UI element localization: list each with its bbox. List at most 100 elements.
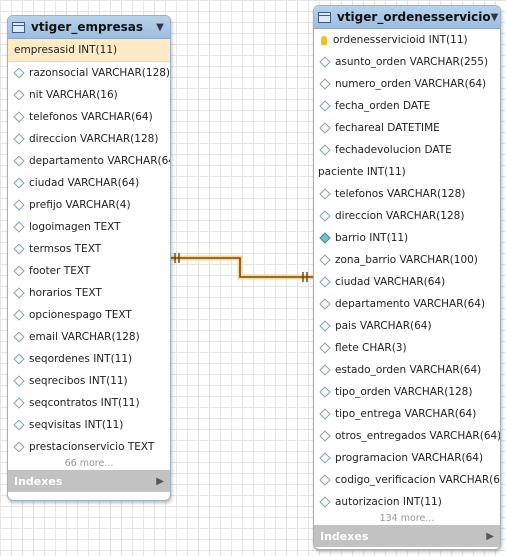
column-diamond-icon <box>13 133 25 145</box>
column-label: prefijo VARCHAR(4) <box>29 199 131 211</box>
column-row[interactable]: codigo_verificacion VARCHAR(64) <box>314 469 500 491</box>
column-row[interactable]: seqcontratos INT(11) <box>8 392 170 414</box>
column-label: fechareal DATETIME <box>335 122 440 134</box>
column-label: tipo_orden VARCHAR(128) <box>335 386 473 398</box>
column-row[interactable]: opcionespago TEXT <box>8 304 170 326</box>
column-row[interactable]: logoimagen TEXT <box>8 216 170 238</box>
column-diamond-icon <box>13 331 25 343</box>
column-row[interactable]: seqordenes INT(11) <box>8 348 170 370</box>
column-diamond-icon <box>319 320 331 332</box>
column-label: tipo_entrega VARCHAR(64) <box>335 408 477 420</box>
column-row[interactable]: termsos TEXT <box>8 238 170 260</box>
column-diamond-icon <box>319 188 331 200</box>
column-row[interactable]: programacion VARCHAR(64) <box>314 447 500 469</box>
column-row[interactable]: direccion VARCHAR(128) <box>8 128 170 150</box>
column-label: asunto_orden VARCHAR(255) <box>335 56 489 68</box>
column-row[interactable]: estado_orden VARCHAR(64) <box>314 359 500 381</box>
column-label: seqvisitas INT(11) <box>29 419 124 431</box>
indexes-label: Indexes <box>320 529 369 543</box>
column-label: paciente INT(11) <box>318 166 406 178</box>
column-row[interactable]: zona_barrio VARCHAR(100) <box>314 249 500 271</box>
column-row[interactable]: tipo_entrega VARCHAR(64) <box>314 403 500 425</box>
column-diamond-icon <box>319 78 331 90</box>
column-label: telefonos VARCHAR(64) <box>29 111 153 123</box>
column-diamond-icon <box>319 144 331 156</box>
expand-arrow-icon[interactable]: ▶ <box>156 476 164 487</box>
column-label: seqcontratos INT(11) <box>29 397 140 409</box>
column-diamond-icon <box>13 111 25 123</box>
more-columns-label[interactable]: 66 more... <box>8 458 170 470</box>
column-diamond-icon <box>13 419 25 431</box>
column-diamond-icon <box>13 67 25 79</box>
column-row[interactable]: email VARCHAR(128) <box>8 326 170 348</box>
column-diamond-icon <box>13 441 25 453</box>
column-row[interactable]: departamento VARCHAR(64) <box>8 150 170 172</box>
column-row[interactable]: numero_orden VARCHAR(64) <box>314 73 500 95</box>
column-diamond-icon <box>319 210 331 222</box>
column-row[interactable]: seqvisitas INT(11) <box>8 414 170 436</box>
column-row[interactable]: paciente INT(11) <box>314 161 500 183</box>
column-row[interactable]: autorizacion INT(11) <box>314 491 500 513</box>
column-row[interactable]: ciudad VARCHAR(64) <box>314 271 500 293</box>
column-row[interactable]: direccion VARCHAR(128) <box>314 205 500 227</box>
column-label: departamento VARCHAR(64) <box>335 298 486 310</box>
column-row[interactable]: nit VARCHAR(16) <box>8 84 170 106</box>
table-vtiger-empresas[interactable]: vtiger_empresas ▼ empresasid INT(11) raz… <box>7 15 171 501</box>
column-row-primary[interactable]: empresasid INT(11) <box>8 39 170 62</box>
column-label: email VARCHAR(128) <box>29 331 140 343</box>
column-row[interactable]: ciudad VARCHAR(64) <box>8 172 170 194</box>
chevron-down-icon[interactable]: ▼ <box>491 12 499 23</box>
column-diamond-icon <box>13 397 25 409</box>
column-list: asunto_orden VARCHAR(255) numero_orden VA… <box>314 51 500 513</box>
indexes-label: Indexes <box>14 474 63 488</box>
column-row[interactable]: barrio INT(11) <box>314 227 500 249</box>
column-label: departamento VARCHAR(64) <box>29 155 171 167</box>
column-row[interactable]: pais VARCHAR(64) <box>314 315 500 337</box>
column-row[interactable]: horarios TEXT <box>8 282 170 304</box>
column-row[interactable]: fecha_orden DATE <box>314 95 500 117</box>
column-label: prestacionservicio TEXT <box>29 441 155 453</box>
column-diamond-icon <box>13 309 25 321</box>
column-row-primary[interactable]: ordenesservicioid INT(11) <box>314 29 500 51</box>
expand-arrow-icon[interactable]: ▶ <box>486 531 494 542</box>
column-label: numero_orden VARCHAR(64) <box>335 78 487 90</box>
column-label: zona_barrio VARCHAR(100) <box>335 254 478 266</box>
column-row[interactable]: fechareal DATETIME <box>314 117 500 139</box>
column-row[interactable]: tipo_orden VARCHAR(128) <box>314 381 500 403</box>
column-row[interactable]: asunto_orden VARCHAR(255) <box>314 51 500 73</box>
table-header[interactable]: vtiger_empresas ▼ <box>8 16 170 39</box>
column-label: seqordenes INT(11) <box>29 353 133 365</box>
column-diamond-icon <box>13 375 25 387</box>
column-row[interactable]: flete CHAR(3) <box>314 337 500 359</box>
column-label: horarios TEXT <box>29 287 102 299</box>
column-label: estado_orden VARCHAR(64) <box>335 364 482 376</box>
column-row[interactable]: telefonos VARCHAR(64) <box>8 106 170 128</box>
column-row[interactable]: telefonos VARCHAR(128) <box>314 183 500 205</box>
column-diamond-icon <box>13 287 25 299</box>
column-label: fechadevolucion DATE <box>335 144 452 156</box>
chevron-down-icon[interactable]: ▼ <box>154 22 166 33</box>
column-row[interactable]: otros_entregados VARCHAR(64) <box>314 425 500 447</box>
indexes-bar[interactable]: Indexes ▶ <box>314 525 500 547</box>
column-row[interactable]: prestacionservicio TEXT <box>8 436 170 458</box>
column-diamond-icon <box>13 155 25 167</box>
column-row[interactable]: seqrecibos INT(11) <box>8 370 170 392</box>
column-row[interactable]: prefijo VARCHAR(4) <box>8 194 170 216</box>
column-label: ciudad VARCHAR(64) <box>335 276 446 288</box>
table-header[interactable]: vtiger_ordenesservicio ▼ <box>314 6 500 29</box>
column-row[interactable]: footer TEXT <box>8 260 170 282</box>
column-diamond-icon <box>319 452 331 464</box>
column-diamond-icon <box>319 496 331 508</box>
table-vtiger-ordenesservicio[interactable]: vtiger_ordenesservicio ▼ ordenesservicio… <box>313 5 501 550</box>
column-row[interactable]: razonsocial VARCHAR(128) <box>8 62 170 84</box>
column-label: footer TEXT <box>29 265 91 277</box>
more-columns-label[interactable]: 134 more... <box>314 513 500 525</box>
column-row[interactable]: departamento VARCHAR(64) <box>314 293 500 315</box>
column-label: programacion VARCHAR(64) <box>335 452 484 464</box>
column-row[interactable]: fechadevolucion DATE <box>314 139 500 161</box>
column-diamond-icon <box>319 408 331 420</box>
indexes-bar[interactable]: Indexes ▶ <box>8 470 170 492</box>
column-label: seqrecibos INT(11) <box>29 375 128 387</box>
column-label: pais VARCHAR(64) <box>335 320 432 332</box>
column-diamond-icon <box>13 243 25 255</box>
